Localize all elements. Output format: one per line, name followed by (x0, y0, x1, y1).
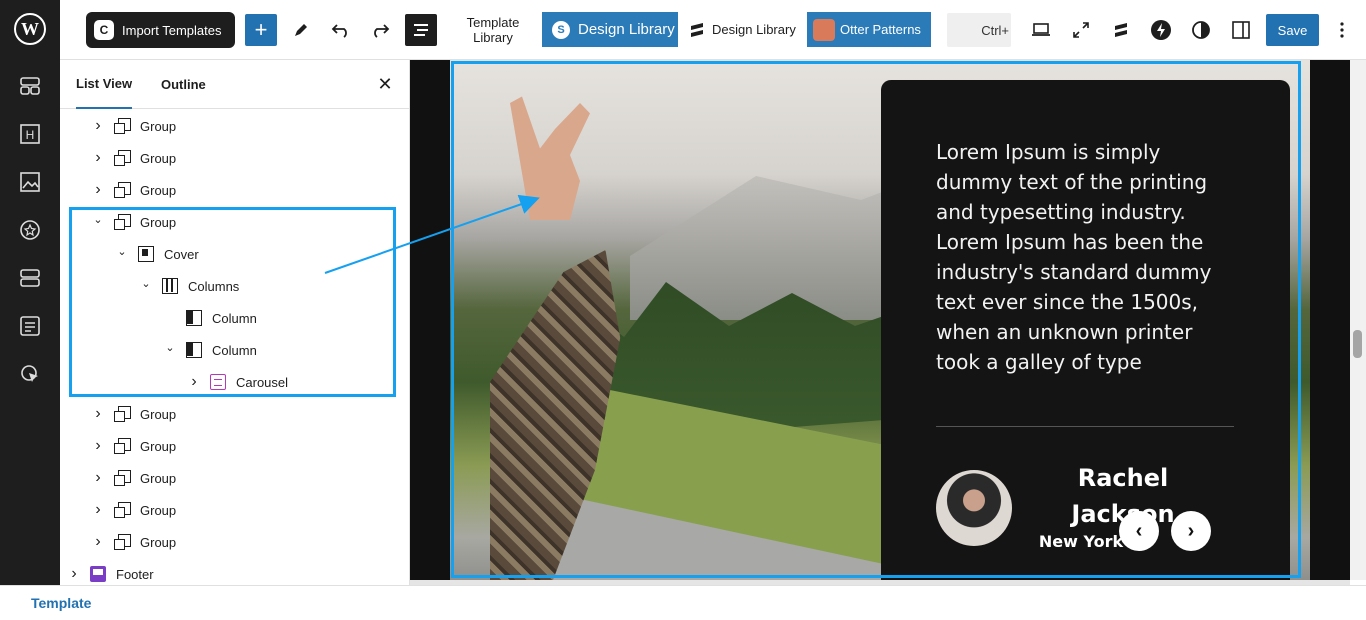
chevron-right-icon[interactable]: › (92, 501, 104, 519)
group-block-icon (114, 534, 131, 550)
list-item-label: Group (140, 118, 177, 134)
group-block-icon (114, 118, 131, 134)
editor-footer: Template (0, 585, 1366, 620)
list-view-panel: List View Outline ✕ › Group › Group › Group ⌄ G… (60, 60, 410, 585)
design-library-primary-label: Design Library (578, 21, 675, 38)
pencil-icon[interactable] (288, 17, 314, 43)
more-options-icon[interactable] (1329, 17, 1355, 43)
panel-tabs: List View Outline ✕ (60, 60, 409, 109)
list-item-group[interactable]: › Group (60, 430, 409, 462)
editor-canvas[interactable]: Lorem Ipsum is simply dummy text of the … (410, 60, 1350, 580)
selection-highlight-box (69, 207, 396, 397)
group-block-icon (114, 438, 131, 454)
wordpress-logo-icon[interactable]: W (14, 13, 46, 45)
media-icon[interactable] (19, 171, 41, 193)
star-badge-icon[interactable] (19, 219, 41, 241)
list-item-label: Group (140, 406, 177, 422)
tab-list-view[interactable]: List View (76, 60, 133, 109)
list-item-group[interactable]: › Group (60, 174, 409, 206)
breadcrumb-template[interactable]: Template (31, 595, 91, 611)
otter-patterns-button[interactable]: Otter Patterns (807, 12, 931, 47)
group-block-icon (114, 406, 131, 422)
chevron-right-icon[interactable]: › (92, 149, 104, 167)
list-item-footer[interactable]: › Footer (60, 558, 409, 585)
save-label: Save (1277, 22, 1308, 38)
design-library-primary-button[interactable]: S Design Library (542, 12, 678, 47)
chevron-right-icon[interactable]: › (92, 533, 104, 551)
template-library-button[interactable]: Template Library (453, 15, 533, 45)
import-templates-button[interactable]: C Import Templates (86, 12, 235, 48)
document-overview-icon (414, 24, 428, 36)
group-block-icon (114, 150, 131, 166)
header-icon[interactable]: H (19, 123, 41, 145)
import-templates-label: Import Templates (122, 22, 222, 38)
sections-icon[interactable] (19, 267, 41, 289)
tab-list-view-label: List View (76, 76, 133, 91)
fullscreen-icon[interactable] (1068, 17, 1094, 43)
footer-block-icon (90, 566, 106, 582)
scrollbar-thumb[interactable] (1353, 330, 1362, 358)
tab-outline[interactable]: Outline (161, 60, 206, 109)
group-block-icon (114, 502, 131, 518)
save-button[interactable]: Save (1266, 14, 1319, 46)
design-library-secondary-button[interactable]: Design Library (688, 12, 800, 47)
admin-sidebar: W H (0, 0, 60, 585)
cursor-target-icon[interactable] (19, 363, 41, 385)
list-item-label: Group (140, 534, 177, 550)
otter-logo-icon (813, 18, 835, 41)
selected-block-outline (451, 61, 1301, 578)
list-item-label: Group (140, 182, 177, 198)
chevron-right-icon[interactable]: › (92, 117, 104, 135)
close-panel-icon[interactable]: ✕ (375, 74, 395, 94)
undo-icon[interactable] (328, 17, 354, 43)
chevron-right-icon[interactable]: › (92, 181, 104, 199)
contrast-icon[interactable] (1188, 17, 1214, 43)
shortcut-hint: Ctrl+ (981, 22, 1009, 38)
add-block-button[interactable]: + (245, 14, 277, 46)
list-item-group[interactable]: › Group (60, 462, 409, 494)
chevron-right-icon[interactable]: › (92, 405, 104, 423)
list-icon[interactable] (19, 315, 41, 337)
chevron-right-icon[interactable]: › (68, 565, 80, 583)
design-library-secondary-label: Design Library (712, 22, 796, 37)
list-item-group[interactable]: › Group (60, 526, 409, 558)
list-item-label: Footer (116, 566, 154, 582)
group-block-icon (114, 182, 131, 198)
list-item-group[interactable]: › Group (60, 110, 409, 142)
list-item-group[interactable]: › Group (60, 142, 409, 174)
template-library-label: Template Library (466, 15, 520, 45)
redo-icon[interactable] (367, 17, 393, 43)
plus-icon: + (254, 17, 268, 42)
otter-patterns-label: Otter Patterns (840, 22, 921, 37)
desktop-preview-icon[interactable] (1028, 17, 1054, 43)
list-item-group[interactable]: › Group (60, 494, 409, 526)
stackable-settings-icon[interactable] (1108, 17, 1134, 43)
list-item-label: Group (140, 470, 177, 486)
bolt-icon[interactable] (1148, 17, 1174, 43)
settings-sidebar-icon[interactable] (1228, 17, 1254, 43)
list-item-label: Group (140, 150, 177, 166)
canvas-vertical-scrollbar[interactable] (1350, 60, 1366, 580)
list-view-toggle-button[interactable] (405, 14, 437, 46)
list-item-label: Group (140, 502, 177, 518)
tab-outline-label: Outline (161, 77, 206, 92)
group-block-icon (114, 470, 131, 486)
chevron-right-icon[interactable]: › (92, 469, 104, 487)
list-item-group[interactable]: › Group (60, 398, 409, 430)
chevron-right-icon[interactable]: › (92, 437, 104, 455)
stackable-logo-icon (691, 22, 703, 37)
design-library-logo-icon: S (552, 20, 570, 39)
command-palette-field[interactable]: Ctrl+ (947, 13, 1011, 47)
list-item-label: Group (140, 438, 177, 454)
svg-text:H: H (26, 128, 35, 142)
templates-icon[interactable] (19, 75, 41, 97)
import-logo-icon: C (94, 20, 114, 40)
editor-toolbar: C Import Templates + Template Library S D… (60, 0, 1366, 60)
